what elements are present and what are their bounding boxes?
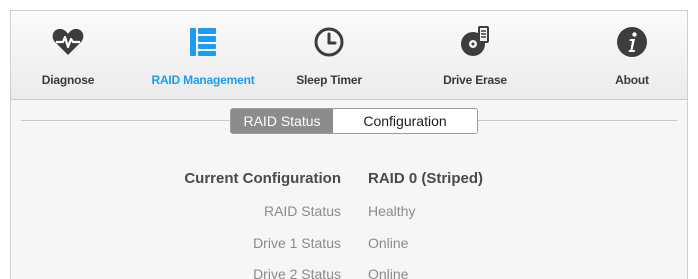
current-configuration-value: RAID 0 (Striped) xyxy=(368,170,484,187)
drive-erase-icon xyxy=(461,26,489,56)
toolbar: Diagnose RAID Management Sleep Timer Dri… xyxy=(11,11,687,100)
current-configuration-row: Current Configuration RAID 0 (Striped) xyxy=(11,170,687,192)
toolbar-item-sleep-timer[interactable]: Sleep Timer xyxy=(264,11,394,99)
clock-icon xyxy=(314,27,344,57)
raid-status-value: Healthy xyxy=(368,203,416,219)
drive-2-status-label: Drive 2 Status xyxy=(253,266,341,279)
toolbar-item-about[interactable]: About xyxy=(567,11,687,99)
toolbar-item-raid-management[interactable]: RAID Management xyxy=(138,11,268,99)
drive-1-status-value: Online xyxy=(368,235,409,251)
current-configuration-label: Current Configuration xyxy=(184,170,341,187)
raid-stack-icon xyxy=(190,28,216,56)
toolbar-label-about: About xyxy=(615,73,649,87)
raid-content-panel: RAID Status Configuration Current Config… xyxy=(11,100,687,279)
toolbar-label-raid-management: RAID Management xyxy=(151,73,255,87)
toolbar-label-drive-erase: Drive Erase xyxy=(443,73,507,87)
raid-status-label: RAID Status xyxy=(263,203,341,219)
toolbar-label-sleep-timer: Sleep Timer xyxy=(296,73,362,87)
drive-2-status-row: Drive 2 Status Online xyxy=(11,266,687,279)
raid-status-row: RAID Status Healthy xyxy=(11,203,687,225)
tab-configuration[interactable]: Configuration xyxy=(333,109,477,133)
drive-1-status-label: Drive 1 Status xyxy=(253,235,341,251)
drive-1-status-row: Drive 1 Status Online xyxy=(11,235,687,257)
toolbar-item-drive-erase[interactable]: Drive Erase xyxy=(410,11,540,99)
toolbar-label-diagnose: Diagnose xyxy=(41,73,95,87)
heart-pulse-icon xyxy=(52,28,84,55)
toolbar-item-diagnose[interactable]: Diagnose xyxy=(11,11,133,99)
raid-tab-group: RAID Status Configuration xyxy=(230,108,478,134)
drive-2-status-value: Online xyxy=(368,266,409,279)
tab-raid-status[interactable]: RAID Status xyxy=(231,109,333,133)
info-icon xyxy=(617,27,647,57)
app-window: Diagnose RAID Management Sleep Timer Dri… xyxy=(10,10,688,279)
